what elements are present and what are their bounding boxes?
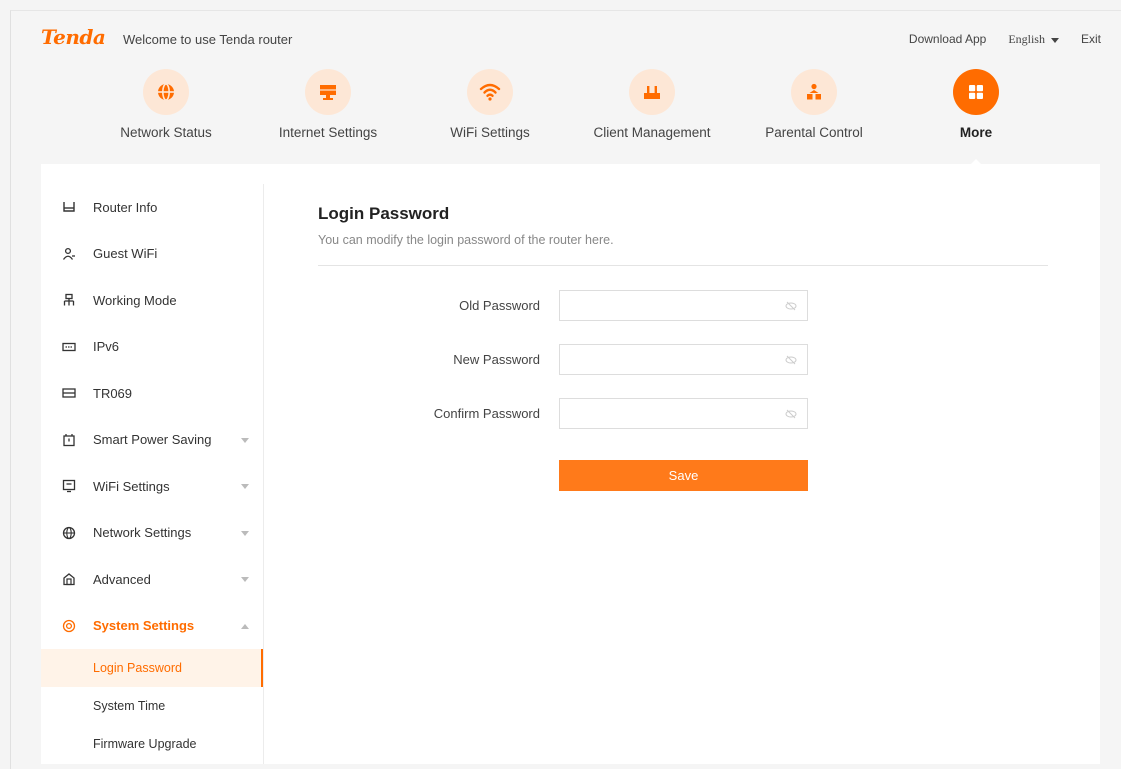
family-icon bbox=[791, 69, 837, 115]
ipv6-icon bbox=[61, 339, 77, 355]
nav-label: Internet Settings bbox=[278, 125, 378, 140]
sidebar-item-working-mode[interactable]: Working Mode bbox=[41, 277, 263, 324]
advanced-icon bbox=[61, 571, 77, 587]
sidebar-subitem-login-password[interactable]: Login Password bbox=[41, 649, 263, 687]
sidebar-item-label: WiFi Settings bbox=[93, 478, 170, 494]
sidebar-item-system-settings[interactable]: System Settings bbox=[41, 603, 263, 650]
nav-label: Network Status bbox=[120, 125, 212, 140]
save-button[interactable]: Save bbox=[559, 460, 808, 491]
download-app-link[interactable]: Download App bbox=[909, 32, 986, 47]
sidebar-item-label: IPv6 bbox=[93, 339, 120, 355]
power-saving-icon bbox=[61, 432, 77, 448]
nav-label: Parental Control bbox=[765, 125, 863, 140]
chevron-down-icon bbox=[241, 577, 249, 583]
nav-label: WiFi Settings bbox=[450, 125, 530, 140]
tenda-logo: Tenda bbox=[41, 25, 106, 49]
new-password-input[interactable] bbox=[560, 345, 780, 374]
sidebar-item-label: Smart Power Saving bbox=[93, 432, 212, 448]
app-frame: Tenda Welcome to use Tenda router Downlo… bbox=[10, 10, 1121, 769]
top-bar: Tenda Welcome to use Tenda router Downlo… bbox=[11, 11, 1121, 51]
globe-small-icon bbox=[61, 525, 77, 541]
old-password-field-box bbox=[559, 290, 808, 321]
sidebar-item-label: Advanced bbox=[93, 571, 151, 587]
sidebar-item-smart-power-saving[interactable]: Smart Power Saving bbox=[41, 417, 263, 464]
main-panel: Router Info Guest WiFi Working Mode IPv6… bbox=[41, 164, 1100, 764]
form-row-confirm-password: Confirm Password bbox=[318, 398, 1048, 430]
form-row-new-password: New Password bbox=[318, 344, 1048, 376]
sidebar-subitem-firmware-upgrade[interactable]: Firmware Upgrade bbox=[41, 725, 263, 763]
monitor-icon bbox=[305, 69, 351, 115]
chevron-down-icon bbox=[241, 530, 249, 536]
sidebar-item-label: TR069 bbox=[93, 385, 133, 401]
system-settings-icon bbox=[61, 618, 77, 634]
language-label: English bbox=[1008, 32, 1045, 46]
nav-more[interactable]: More bbox=[901, 69, 1051, 140]
eye-hidden-icon[interactable] bbox=[785, 409, 797, 419]
sidebar-item-wifi-settings[interactable]: WiFi Settings bbox=[41, 463, 263, 510]
content-area: Login Password You can modify the login … bbox=[318, 204, 1048, 491]
page-subtitle: You can modify the login password of the… bbox=[318, 233, 614, 247]
main-nav: Network Status Internet Settings WiFi Se… bbox=[11, 69, 1121, 168]
welcome-text: Welcome to use Tenda router bbox=[123, 32, 293, 47]
router-icon bbox=[629, 69, 675, 115]
sidebar-item-advanced[interactable]: Advanced bbox=[41, 556, 263, 603]
exit-link[interactable]: Exit bbox=[1081, 32, 1101, 47]
sidebar-item-ipv6[interactable]: IPv6 bbox=[41, 324, 263, 371]
sidebar-item-router-info[interactable]: Router Info bbox=[41, 184, 263, 231]
nav-label: Client Management bbox=[593, 125, 711, 140]
sidebar: Router Info Guest WiFi Working Mode IPv6… bbox=[41, 184, 264, 764]
sidebar-item-label: Working Mode bbox=[93, 292, 177, 308]
sidebar-item-network-settings[interactable]: Network Settings bbox=[41, 510, 263, 557]
nav-client-management[interactable]: Client Management bbox=[577, 69, 727, 140]
chevron-down-icon bbox=[241, 484, 249, 490]
new-password-field-box bbox=[559, 344, 808, 375]
sidebar-item-guest-wifi[interactable]: Guest WiFi bbox=[41, 231, 263, 278]
divider bbox=[318, 265, 1048, 266]
chevron-down-icon bbox=[241, 437, 249, 443]
wifi-settings-icon bbox=[61, 478, 77, 494]
nav-internet-settings[interactable]: Internet Settings bbox=[253, 69, 403, 140]
old-password-input[interactable] bbox=[560, 291, 780, 320]
nav-wifi-settings[interactable]: WiFi Settings bbox=[415, 69, 565, 140]
confirm-password-field-box bbox=[559, 398, 808, 429]
globe-icon bbox=[143, 69, 189, 115]
page-title: Login Password bbox=[318, 204, 450, 223]
eye-hidden-icon[interactable] bbox=[785, 301, 797, 311]
eye-hidden-icon[interactable] bbox=[785, 355, 797, 365]
field-label: Confirm Password bbox=[433, 406, 540, 421]
confirm-password-input[interactable] bbox=[560, 399, 780, 428]
field-label: Old Password bbox=[459, 298, 540, 313]
wifi-icon bbox=[467, 69, 513, 115]
caret-down-icon bbox=[1050, 37, 1059, 43]
sidebar-item-label: Router Info bbox=[93, 199, 158, 215]
nav-network-status[interactable]: Network Status bbox=[91, 69, 241, 140]
top-links: Download App English Exit bbox=[909, 32, 1101, 47]
language-select[interactable]: English bbox=[1008, 32, 1059, 47]
field-label: New Password bbox=[453, 352, 540, 367]
sidebar-item-label: Network Settings bbox=[93, 525, 192, 541]
nav-parental-control[interactable]: Parental Control bbox=[739, 69, 889, 140]
form-row-old-password: Old Password bbox=[318, 290, 1048, 322]
router-info-icon bbox=[61, 199, 77, 215]
sidebar-item-label: System Settings bbox=[93, 618, 195, 634]
chevron-up-icon bbox=[241, 623, 249, 629]
sidebar-item-tr069[interactable]: TR069 bbox=[41, 370, 263, 417]
nav-label: More bbox=[959, 125, 993, 140]
tr069-icon bbox=[61, 385, 77, 401]
sidebar-subitem-system-time[interactable]: System Time bbox=[41, 687, 263, 725]
sidebar-item-label: Guest WiFi bbox=[93, 246, 158, 262]
grid-icon bbox=[953, 69, 999, 115]
network-tree-icon bbox=[61, 292, 77, 308]
guest-icon bbox=[61, 246, 77, 262]
